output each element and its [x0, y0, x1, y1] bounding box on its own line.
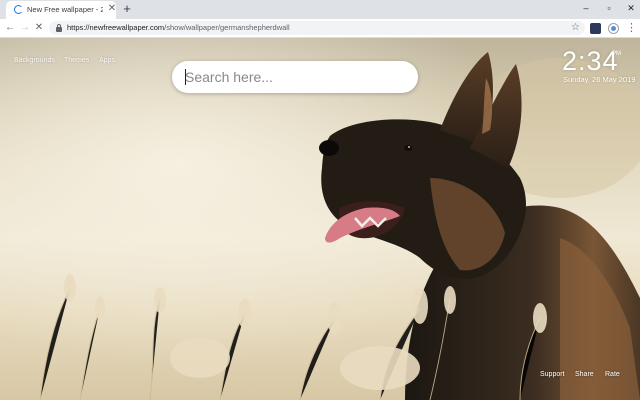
browser-toolbar: ← → ✕ https://newfreewallpaper.com/show/… — [0, 19, 640, 38]
rate-link[interactable]: Rate — [605, 371, 620, 378]
menu-link-themes[interactable]: Themes — [64, 57, 89, 64]
url-host: https://newfreewallpaper.com — [67, 23, 165, 32]
stop-loading-icon[interactable]: ✕ — [33, 22, 45, 34]
clock-time: 2:34 — [562, 46, 619, 76]
clock-date: Sunday, 26 May 2019 — [563, 75, 636, 84]
url-text[interactable]: https://newfreewallpaper.com/show/wallpa… — [67, 23, 290, 32]
tab-strip: New Free wallpaper - 26052019 ✕ + – ▫ ✕ — [0, 0, 640, 19]
minimize-button[interactable]: – — [580, 2, 592, 15]
url-path: /show/wallpaper/germanshepherdwall — [164, 23, 290, 32]
text-caret — [185, 69, 186, 85]
search-box[interactable]: Search here... — [172, 61, 418, 93]
restore-button[interactable]: ▫ — [603, 2, 615, 15]
address-bar[interactable]: https://newfreewallpaper.com/show/wallpa… — [49, 21, 585, 35]
menu-link-backgrounds[interactable]: Backgrounds — [14, 57, 55, 64]
tab-close-icon[interactable]: ✕ — [107, 4, 117, 14]
new-tab-page: Backgrounds Themes Apps Search here... 2… — [0, 38, 640, 400]
back-arrow-icon[interactable]: ← — [4, 22, 16, 34]
lock-icon[interactable] — [55, 24, 63, 32]
window-close-button[interactable]: ✕ — [625, 2, 637, 15]
support-link[interactable]: Support — [540, 371, 565, 378]
browser-menu-icon[interactable]: ⋮ — [626, 22, 637, 34]
new-tab-button[interactable]: + — [121, 2, 133, 16]
profile-avatar-icon[interactable] — [608, 23, 619, 34]
menu-link-apps[interactable]: Apps — [99, 57, 115, 64]
loading-spinner-icon — [14, 5, 23, 14]
extension-icon[interactable] — [590, 23, 601, 34]
bookmark-star-icon[interactable]: ☆ — [571, 21, 580, 35]
forward-arrow-icon[interactable]: → — [19, 22, 31, 34]
clock-ampm: PM — [612, 51, 621, 57]
browser-tab[interactable]: New Free wallpaper - 26052019 ✕ — [6, 1, 116, 19]
share-link[interactable]: Share — [575, 371, 594, 378]
tab-title: New Free wallpaper - 26052019 — [27, 5, 103, 14]
search-input[interactable]: Search here... — [185, 69, 273, 85]
